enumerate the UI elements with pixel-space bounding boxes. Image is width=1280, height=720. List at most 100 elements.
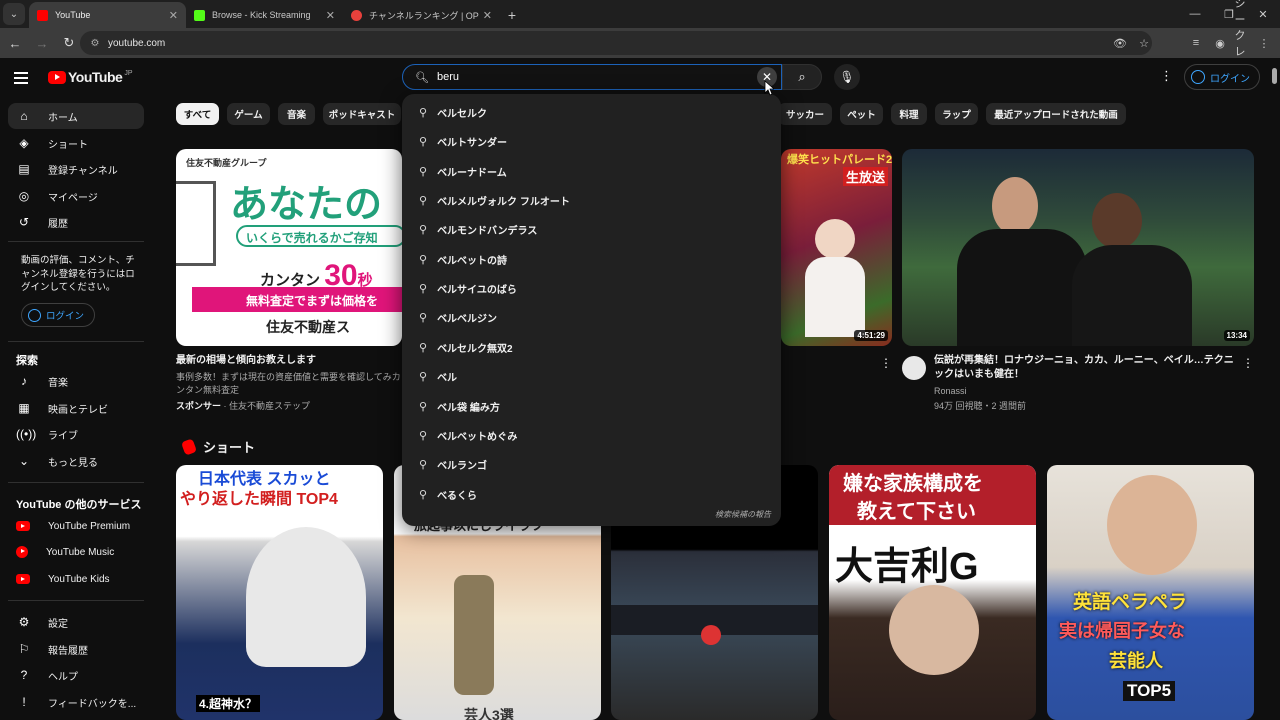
login-button[interactable]: ログイン	[1184, 64, 1260, 90]
sidebar-item-subscriptions[interactable]: ▤ 登録チャンネル	[8, 156, 144, 182]
close-tab-icon[interactable]: ✕	[326, 9, 335, 22]
services-heading: YouTube の他のサービス	[16, 499, 142, 511]
sidebar-item-premium[interactable]: YouTube Premium	[8, 513, 144, 539]
youtube-favicon-icon	[37, 9, 48, 21]
suggestion-item[interactable]: ⚲ ベルセルク	[402, 98, 781, 127]
site-info-icon[interactable]: ⚙	[88, 36, 102, 50]
video-thumbnail[interactable]: 13:34	[902, 149, 1254, 346]
suggestion-item[interactable]: ⚲ ベルベルジン	[402, 303, 781, 332]
video-title[interactable]: 伝説が再集結！ロナウジーニョ、カカ、ルーニー、ベイル…テクニックはいまも健在！	[934, 354, 1234, 382]
minimize-icon[interactable]: —	[1178, 0, 1212, 28]
forward-icon[interactable]: →	[30, 31, 54, 55]
suggestion-item[interactable]: ⚲ べるくら	[402, 480, 781, 509]
movies-icon: ▦	[18, 401, 30, 415]
video-menu-icon[interactable]: ⋮	[1242, 356, 1254, 370]
sidebar-item-history[interactable]: ↺ 履歴	[8, 209, 144, 235]
suggestion-item[interactable]: ⚲ ベル袋 編み方	[402, 392, 781, 421]
suggestion-item[interactable]: ⚲ ベルサイユのばら	[402, 274, 781, 303]
media-controls-icon[interactable]: ≡	[1188, 37, 1204, 49]
tab-search-button[interactable]: ⌄	[3, 3, 25, 25]
settings-menu-icon[interactable]: ⋮	[1160, 68, 1173, 84]
short-thumbnail[interactable]: 嫌な家族構成を 教えて下さい 大吉利G	[829, 465, 1036, 720]
sidebar-item-report-history[interactable]: ⚐ 報告履歴	[8, 636, 144, 662]
video-thumbnail[interactable]: 爆笑ヒットパレード2026 生放送 4:51:29	[781, 149, 892, 346]
sidebar-item-label: ホーム	[48, 112, 78, 124]
url-box[interactable]: ⚙ youtube.com	[80, 31, 1152, 55]
search-query-text[interactable]: beru	[437, 71, 459, 83]
player-illustration	[246, 527, 366, 667]
sidebar-divider	[8, 600, 144, 601]
page-scrollbar[interactable]	[1272, 68, 1277, 84]
search-input[interactable]: 🔍︎ beru ✕	[402, 64, 782, 90]
sidebar-item-music[interactable]: ♪ 音楽	[8, 368, 144, 394]
logo-region: JP	[124, 69, 133, 77]
ad-thumbnail[interactable]: 住友不動産グループ あなたの いくらで売れるかご存知 カンタン 30秒 無料査定…	[176, 149, 402, 346]
youtube-logo[interactable]: YouTube JP	[48, 69, 132, 85]
channel-name[interactable]: Ronassi	[934, 385, 967, 398]
close-tab-icon[interactable]: ✕	[483, 9, 492, 22]
report-suggestions-link[interactable]: 検索候補の報告	[715, 509, 771, 520]
shorts-icon: ◈	[19, 136, 29, 150]
sidebar-item-music-app[interactable]: YouTube Music	[8, 539, 144, 565]
suggestion-text: ベルメルヴォルク フルオート	[437, 197, 570, 208]
chip-music[interactable]: 音楽	[278, 103, 315, 125]
suggestion-item[interactable]: ⚲ ベルモンドバンデラス	[402, 215, 781, 244]
sidebar-item-label: YouTube Kids	[48, 573, 110, 585]
reload-icon[interactable]: ↻	[57, 31, 81, 55]
person-illustration	[889, 585, 979, 675]
voice-search-icon[interactable]: 🎙︎	[834, 64, 860, 90]
url-text[interactable]: youtube.com	[108, 38, 165, 49]
suggestion-item[interactable]: ⚲ ベルメルヴォルク フルオート	[402, 186, 781, 215]
channel-avatar[interactable]	[902, 356, 926, 380]
sidebar-item-home[interactable]: ⌂ ホーム	[8, 103, 144, 129]
hamburger-menu-icon[interactable]	[14, 67, 36, 89]
bookmark-star-icon[interactable]: ☆	[1136, 37, 1152, 50]
chip-rap[interactable]: ラップ	[935, 103, 978, 125]
suggestion-item[interactable]: ⚲ ベルベットめぐみ	[402, 421, 781, 450]
suggestion-item[interactable]: ⚲ ベルセルク無双2	[402, 333, 781, 362]
search-icon: ⚲	[419, 489, 428, 501]
suggestion-item[interactable]: ⚲ ベルトサンダー	[402, 127, 781, 156]
close-tab-icon[interactable]: ✕	[169, 9, 178, 22]
tracking-off-icon[interactable]: 👁	[1112, 37, 1128, 50]
sidebar-item-kids[interactable]: YouTube Kids	[8, 566, 144, 592]
chip-games[interactable]: ゲーム	[227, 103, 270, 125]
subscriptions-icon: ▤	[18, 162, 30, 176]
sidebar-item-label: 履歴	[48, 218, 68, 230]
suggestion-item[interactable]: ⚲ ベルーナドーム	[402, 157, 781, 186]
chip-soccer[interactable]: サッカー	[778, 103, 832, 125]
sidebar-login-button[interactable]: ログイン	[21, 303, 96, 327]
short-thumbnail[interactable]: 英語ペラペラ 実は帰国子女な 芸能人 TOP5	[1047, 465, 1254, 720]
chip-cooking[interactable]: 料理	[891, 103, 927, 125]
search-button[interactable]: ⌕	[782, 64, 822, 90]
short-thumbnail[interactable]: 日本代表 スカッと やり返した瞬間 TOP4 4.超神水？	[176, 465, 383, 720]
suggestion-text: ベルモンドバンデラス	[437, 226, 538, 237]
video-title[interactable]: 最新の相場と傾向お教えします	[176, 354, 402, 368]
chip-pets[interactable]: ペット	[840, 103, 883, 125]
suggestion-item[interactable]: ⚲ ベル	[402, 362, 781, 391]
browser-menu-icon[interactable]: ⋮	[1256, 37, 1272, 50]
chip-podcast[interactable]: ポッドキャスト	[323, 103, 401, 125]
new-tab-button[interactable]: +	[500, 3, 524, 27]
sidebar-item-shorts[interactable]: ◈ ショート	[8, 130, 144, 156]
sidebar-item-feedback[interactable]: ! フィードバックを...	[8, 689, 144, 715]
chip-all[interactable]: すべて	[176, 103, 219, 125]
browser-tab-openrec[interactable]: チャンネルランキング | OPENREC.tv ✕	[343, 2, 500, 28]
sidebar-divider	[8, 341, 144, 342]
video-menu-icon[interactable]: ⋮	[880, 356, 892, 370]
window-close-icon[interactable]: ✕	[1246, 0, 1280, 28]
suggestion-item[interactable]: ⚲ ベルベットの詩	[402, 245, 781, 274]
sidebar-item-label: ヘルプ	[48, 671, 78, 683]
sidebar-item-movies[interactable]: ▦ 映画とテレビ	[8, 395, 144, 421]
suggestion-item[interactable]: ⚲ ベルランゴ	[402, 450, 781, 479]
chip-recently-uploaded[interactable]: 最近アップロードされた動画	[986, 103, 1126, 125]
music-icon: ♪	[21, 374, 27, 388]
sidebar-item-you[interactable]: ◎ マイページ	[8, 183, 144, 209]
back-icon[interactable]: ←	[3, 31, 27, 55]
sidebar-item-settings[interactable]: ⚙ 設定	[8, 609, 144, 635]
browser-tab-kick[interactable]: Browse - Kick Streaming ✕	[186, 2, 343, 28]
sidebar-item-more[interactable]: ⌄ もっと見る	[8, 448, 144, 474]
sidebar-item-live[interactable]: ((•)) ライブ	[8, 421, 144, 447]
sidebar-item-help[interactable]: ? ヘルプ	[8, 662, 144, 688]
browser-tab-youtube[interactable]: YouTube ✕	[29, 2, 186, 28]
